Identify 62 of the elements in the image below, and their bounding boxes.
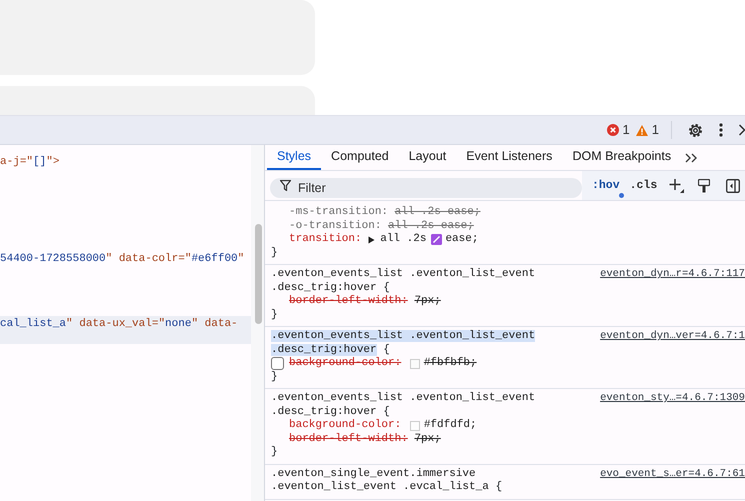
- more-icon[interactable]: [719, 123, 723, 137]
- property-value: #fbfbfb;: [424, 357, 477, 370]
- checkbox[interactable]: [271, 357, 284, 370]
- css-selector: .eventon_events_list .eventon_list_event: [271, 392, 536, 404]
- css-selector: .eventon_events_list .eventon_list_event: [271, 268, 536, 280]
- property-name: -ms-transition:: [289, 206, 388, 220]
- source-link[interactable]: evo_event_s…er=4.6.7:61: [596, 468, 745, 481]
- expand-icon[interactable]: [368, 236, 376, 244]
- property-value: all .2s ease;: [394, 206, 480, 220]
- error-count: 1: [622, 121, 630, 140]
- brace: }: [271, 446, 278, 458]
- tab[interactable]: Styles: [267, 145, 322, 170]
- source-link[interactable]: eventon_sty…=4.6.7:1309: [596, 392, 745, 406]
- tab[interactable]: Layout: [398, 145, 456, 170]
- chevrons-icon[interactable]: [685, 153, 700, 163]
- filter-field[interactable]: Filter: [270, 178, 582, 198]
- easing-icon[interactable]: [431, 234, 442, 246]
- property-value: #fdfdfd;: [424, 419, 477, 432]
- css-selector: .desc_trig:hover: [271, 282, 377, 294]
- settings-icon[interactable]: [688, 122, 703, 138]
- property-name: background-color:: [289, 419, 402, 432]
- brace: {: [383, 282, 390, 294]
- tab[interactable]: DOM Breakpoints: [562, 145, 682, 170]
- paint-brush-icon[interactable]: [698, 178, 710, 192]
- tab[interactable]: Computed: [321, 145, 399, 170]
- property-name: background-color:: [289, 357, 402, 370]
- css-selector: .eventon_list_event .evcal_list_a: [271, 481, 489, 493]
- code-line[interactable]: 54400-1728558000" data-colr="#e6ff00": [0, 251, 251, 267]
- brace: {: [383, 406, 390, 418]
- property-value: ease;: [445, 233, 478, 246]
- close-icon[interactable]: [739, 124, 745, 136]
- css-selector: .desc_trig:hover: [271, 344, 377, 356]
- source-link[interactable]: eventon_dyn…ver=4.6.7:1: [596, 330, 745, 344]
- brace: }: [271, 246, 278, 258]
- css-selector: .eventon_events_list .eventon_list_event: [271, 330, 536, 342]
- filter-icon: [280, 180, 291, 191]
- property-value: all .2s: [380, 233, 426, 246]
- property-value: all .2s ease;: [388, 220, 474, 233]
- source-link[interactable]: eventon_dyn…r=4.6.7:117: [596, 268, 745, 282]
- color-swatch[interactable]: [410, 358, 420, 369]
- brace: }: [271, 308, 278, 320]
- sidebar-toggle-icon[interactable]: [726, 178, 740, 192]
- color-swatch[interactable]: [410, 420, 420, 431]
- property-value: 7px;: [414, 295, 441, 308]
- property-value: 7px;: [414, 432, 441, 446]
- warning-count: 1: [652, 121, 659, 140]
- add-icon[interactable]: [669, 178, 684, 193]
- css-selector: .eventon_single_event.immersive: [271, 468, 476, 480]
- toggle-button[interactable]: .cls: [628, 176, 660, 194]
- warning-icon: [636, 124, 648, 136]
- css-selector: .desc_trig:hover: [271, 406, 377, 418]
- tab[interactable]: Event Listeners: [456, 145, 562, 170]
- property-name: transition:: [289, 233, 362, 246]
- scrollbar-thumb[interactable]: [255, 224, 262, 324]
- error-icon: [606, 124, 619, 136]
- property-name: border-left-width:: [289, 432, 408, 446]
- code-line[interactable]: a-j="[]">: [0, 154, 251, 170]
- brace: {: [495, 481, 502, 493]
- brace: {: [383, 344, 390, 356]
- brace: }: [271, 370, 278, 382]
- property-name: border-left-width:: [289, 295, 408, 308]
- property-name: -o-transition:: [289, 220, 382, 233]
